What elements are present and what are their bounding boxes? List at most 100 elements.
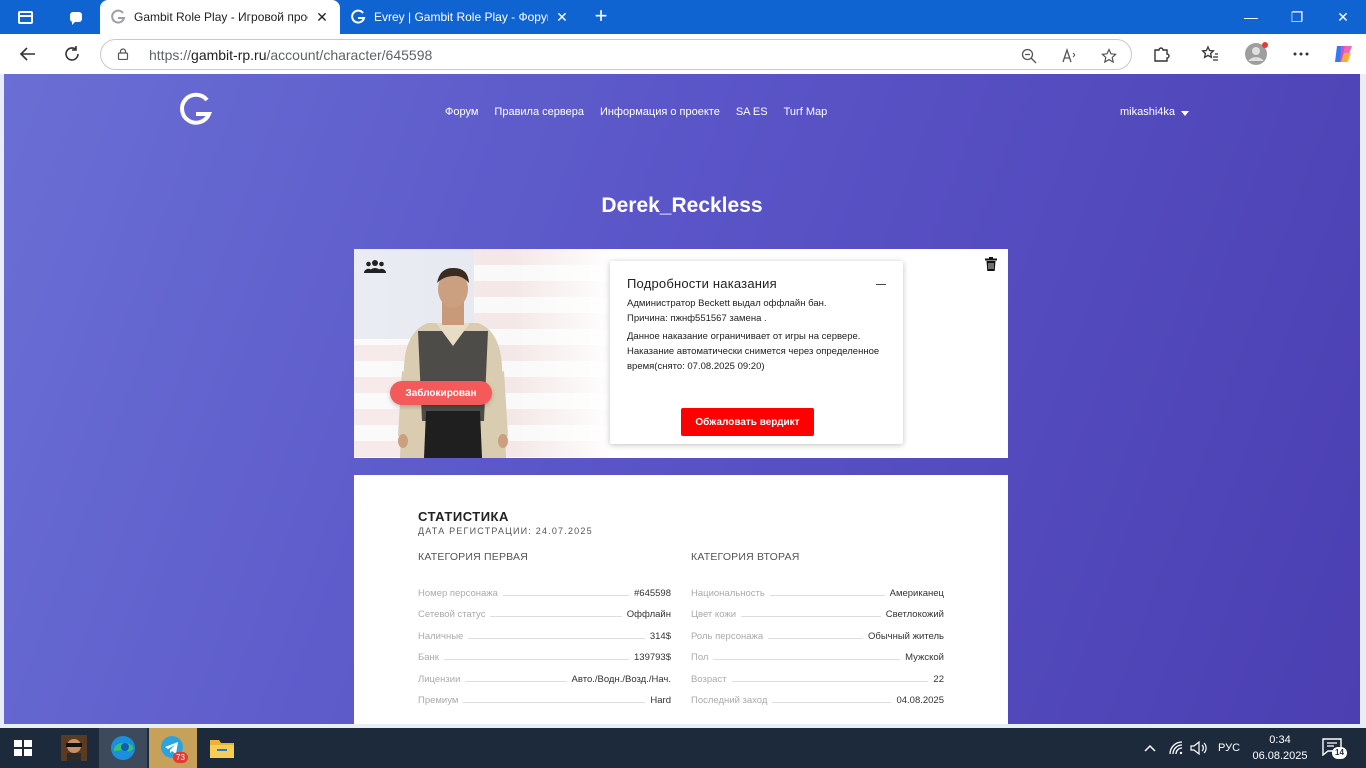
- appeal-verdict-button[interactable]: Обжаловать вердикт: [681, 408, 814, 436]
- copilot-button[interactable]: [1328, 40, 1358, 68]
- clock-date: 06.08.2025: [1252, 750, 1308, 762]
- start-windows-icon[interactable]: [14, 740, 32, 756]
- stat-value: Hard: [650, 695, 671, 706]
- taskbar-app-game[interactable]: [50, 728, 98, 768]
- users-group-icon[interactable]: [364, 259, 386, 273]
- collapse-minus-icon[interactable]: [876, 284, 886, 285]
- show-hidden-icons-button[interactable]: [1143, 728, 1157, 768]
- tab-gambit-forum[interactable]: Evrey | Gambit Role Play - Форум ✕: [340, 0, 580, 34]
- edge-browser-icon: [111, 736, 135, 760]
- favorites-button[interactable]: [1195, 40, 1225, 68]
- url-scheme: https://: [149, 47, 192, 63]
- stat-label: Роль персонажа: [691, 630, 764, 642]
- url-path: /account/character/645598: [266, 47, 433, 63]
- stat-value: 139793$: [634, 652, 671, 663]
- stat-label: Наличные: [418, 630, 464, 642]
- reload-icon: [65, 46, 79, 61]
- taskbar-app-edge[interactable]: [99, 728, 147, 768]
- stat-label: Цвет кожи: [691, 609, 737, 620]
- telegram-unread-badge: 73: [173, 752, 188, 763]
- network-button[interactable]: [1168, 728, 1184, 768]
- nav-sa-es[interactable]: SA ES: [736, 106, 768, 118]
- stat-row: Цвет кожи Светлокожий: [691, 599, 944, 620]
- input-language-button[interactable]: РУС: [1218, 728, 1240, 768]
- workspaces-button[interactable]: [8, 4, 42, 30]
- zoom-icon[interactable]: [1019, 46, 1039, 66]
- stat-row: Премиум Hard: [418, 685, 671, 706]
- statistics-card: СТАТИСТИКА ДАТА РЕГИСТРАЦИИ: 24.07.2025 …: [354, 475, 1008, 724]
- new-tab-button[interactable]: +: [588, 4, 614, 30]
- tab-title: Evrey | Gambit Role Play - Форум: [374, 10, 548, 24]
- lock-icon[interactable]: [117, 48, 129, 60]
- windows-taskbar: 73 РУС 0:34 06.08.2025 14: [0, 728, 1366, 768]
- gambit-logo-icon[interactable]: [176, 92, 216, 128]
- stat-row: Лицензии Авто./Водн./Возд./Нач.: [418, 663, 671, 685]
- back-arrow-icon: [19, 47, 35, 61]
- notification-center-button[interactable]: 14: [1322, 738, 1347, 760]
- stat-value: Оффлайн: [626, 609, 671, 620]
- minimize-button[interactable]: —: [1228, 0, 1274, 34]
- tab-close-icon[interactable]: ✕: [314, 9, 330, 26]
- stat-row: Возраст 22: [691, 663, 944, 685]
- chevron-up-icon: [1144, 744, 1156, 752]
- url-text[interactable]: https://gambit-rp.ru/account/character/6…: [149, 47, 432, 63]
- caret-down-icon: [1181, 110, 1190, 116]
- volume-button[interactable]: [1190, 728, 1208, 768]
- reload-button[interactable]: [57, 40, 87, 68]
- username: mikashi4ka: [1120, 106, 1176, 118]
- site-navigation: Форум Правила сервера Информация о проек…: [445, 106, 827, 118]
- extensions-button[interactable]: [1146, 40, 1176, 68]
- page-viewport: Форум Правила сервера Информация о проек…: [4, 74, 1360, 724]
- stat-value: 22: [933, 673, 944, 685]
- stat-value: 314$: [649, 630, 671, 642]
- trash-icon[interactable]: [985, 257, 997, 271]
- tab-title: Gambit Role Play - Игровой проект: [134, 10, 308, 24]
- notification-count-badge: 14: [1332, 747, 1347, 759]
- gambit-favicon-icon: [351, 9, 366, 24]
- stat-value: Авто./Водн./Возд./Нач.: [571, 673, 671, 685]
- copilot-icon: [1335, 46, 1352, 62]
- tab-close-icon[interactable]: ✕: [554, 9, 570, 26]
- stat-label: Последний заход: [691, 695, 768, 706]
- profile-button[interactable]: [1241, 40, 1271, 68]
- stat-value: 04.08.2025: [896, 695, 944, 706]
- nav-server-rules[interactable]: Правила сервера: [494, 106, 584, 118]
- favorites-list-icon: [1201, 45, 1218, 61]
- address-bar[interactable]: https://gambit-rp.ru/account/character/6…: [100, 39, 1132, 70]
- statistics-title: СТАТИСТИКА: [418, 509, 509, 524]
- browser-tab-strip: Gambit Role Play - Игровой проект ✕ Evre…: [0, 0, 1366, 34]
- stat-label: Лицензии: [418, 673, 461, 685]
- settings-menu-button[interactable]: [1286, 40, 1316, 68]
- nav-turf-map[interactable]: Turf Map: [784, 106, 828, 118]
- chat-icon: [70, 12, 82, 25]
- stats-column-second: КАТЕГОРИЯ ВТОРАЯ Национальность Американе…: [691, 551, 944, 706]
- tab-gambit-main[interactable]: Gambit Role Play - Игровой проект ✕: [100, 0, 340, 34]
- favorite-star-icon[interactable]: [1099, 46, 1119, 66]
- punishment-title: Подробности наказания: [627, 276, 777, 291]
- user-menu[interactable]: mikashi4ka: [1120, 106, 1190, 118]
- nav-project-info[interactable]: Информация о проекте: [600, 106, 720, 118]
- back-button[interactable]: [13, 40, 43, 68]
- stat-row: Последний заход 04.08.2025: [691, 685, 944, 706]
- taskbar-app-explorer[interactable]: [198, 728, 246, 768]
- punishment-description: Данное наказание ограничивает от игры на…: [627, 331, 880, 372]
- game-app-icon: [61, 735, 87, 761]
- stat-value: #645598: [634, 587, 671, 599]
- copilot-chat-button[interactable]: [52, 0, 100, 34]
- read-aloud-icon[interactable]: [1059, 46, 1079, 66]
- stat-value: Обычный житель: [868, 630, 944, 642]
- restore-button[interactable]: ❐: [1274, 0, 1320, 34]
- registration-date: ДАТА РЕГИСТРАЦИИ: 24.07.2025: [418, 526, 593, 536]
- system-clock[interactable]: 0:34 06.08.2025: [1252, 732, 1308, 764]
- speaker-icon: [1190, 740, 1207, 756]
- taskbar-app-telegram[interactable]: 73: [149, 728, 197, 768]
- punishment-admin-line: Администратор Beckett выдал оффлайн бан.: [627, 298, 827, 309]
- blocked-status-badge: Заблокирован: [390, 381, 492, 405]
- stat-row: Национальность Американец: [691, 577, 944, 599]
- nav-forum[interactable]: Форум: [445, 106, 478, 118]
- stat-row: Роль персонажа Обычный житель: [691, 620, 944, 642]
- close-window-button[interactable]: ✕: [1320, 0, 1366, 34]
- profile-avatar-icon: [1245, 42, 1268, 65]
- stat-label: Возраст: [691, 673, 727, 685]
- url-host: gambit-rp.ru: [191, 47, 267, 63]
